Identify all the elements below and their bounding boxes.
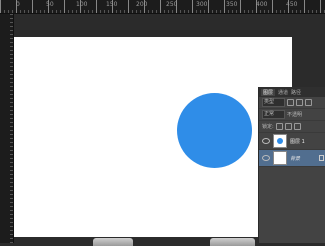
blue-circle-shape[interactable] <box>177 93 252 168</box>
layer-row-background[interactable]: 背景 <box>259 150 325 167</box>
lock-row: 锁定: <box>259 121 325 133</box>
ruler-number: 300 <box>196 1 208 8</box>
layer-thumbnail <box>273 151 287 165</box>
lock-label: 锁定: <box>262 124 274 130</box>
vertical-ruler <box>0 14 14 243</box>
ruler-numbers: 0 50 100 150 200 250 300 350 400 450 <box>0 0 325 13</box>
lock-pixels-icon[interactable] <box>275 123 283 130</box>
lock-position-icon[interactable] <box>284 123 292 130</box>
layer-thumbnail <box>273 134 287 148</box>
ruler-number: 50 <box>46 1 54 8</box>
layer-filter-row: 类型 <box>259 97 325 109</box>
ruler-number: 400 <box>256 1 268 8</box>
ruler-number: 100 <box>76 1 88 8</box>
lock-icon <box>319 155 324 161</box>
ruler-number: 0 <box>16 1 20 8</box>
tab-paths[interactable]: 路径 <box>291 89 301 96</box>
layers-panel: 图层 通道 路径 类型 正常 不透明 锁定: 图层 1 背景 <box>258 87 325 243</box>
tab-layers[interactable]: 图层 <box>261 88 276 96</box>
layer-row-layer1[interactable]: 图层 1 <box>259 133 325 150</box>
panel-tab-bar: 图层 通道 路径 <box>259 87 325 97</box>
bottom-tab-left[interactable] <box>93 238 133 246</box>
visibility-eye-icon[interactable] <box>262 138 270 144</box>
ruler-number: 250 <box>166 1 178 8</box>
ruler-number: 450 <box>286 1 298 8</box>
filter-text-icon[interactable] <box>305 99 312 106</box>
ruler-number: 350 <box>226 1 238 8</box>
blend-row: 正常 不透明 <box>259 109 325 121</box>
filter-pixel-icon[interactable] <box>287 99 294 106</box>
lock-all-icon[interactable] <box>293 123 301 130</box>
visibility-eye-icon[interactable] <box>262 155 270 161</box>
layer-name: 图层 1 <box>290 138 305 145</box>
opacity-label: 不透明 <box>287 112 303 118</box>
filter-adjust-icon[interactable] <box>296 99 303 106</box>
circle-thumbnail-icon <box>277 138 283 144</box>
layer-name: 背景 <box>290 155 301 162</box>
ruler-number: 150 <box>106 1 118 8</box>
ruler-number: 200 <box>136 1 148 8</box>
tab-channels[interactable]: 通道 <box>278 89 288 96</box>
horizontal-ruler: 0 50 100 150 200 250 300 350 400 450 <box>0 0 325 14</box>
bottom-tab-right[interactable] <box>210 238 255 246</box>
blend-mode-select[interactable]: 正常 <box>262 110 285 119</box>
filter-type-select[interactable]: 类型 <box>262 98 285 107</box>
